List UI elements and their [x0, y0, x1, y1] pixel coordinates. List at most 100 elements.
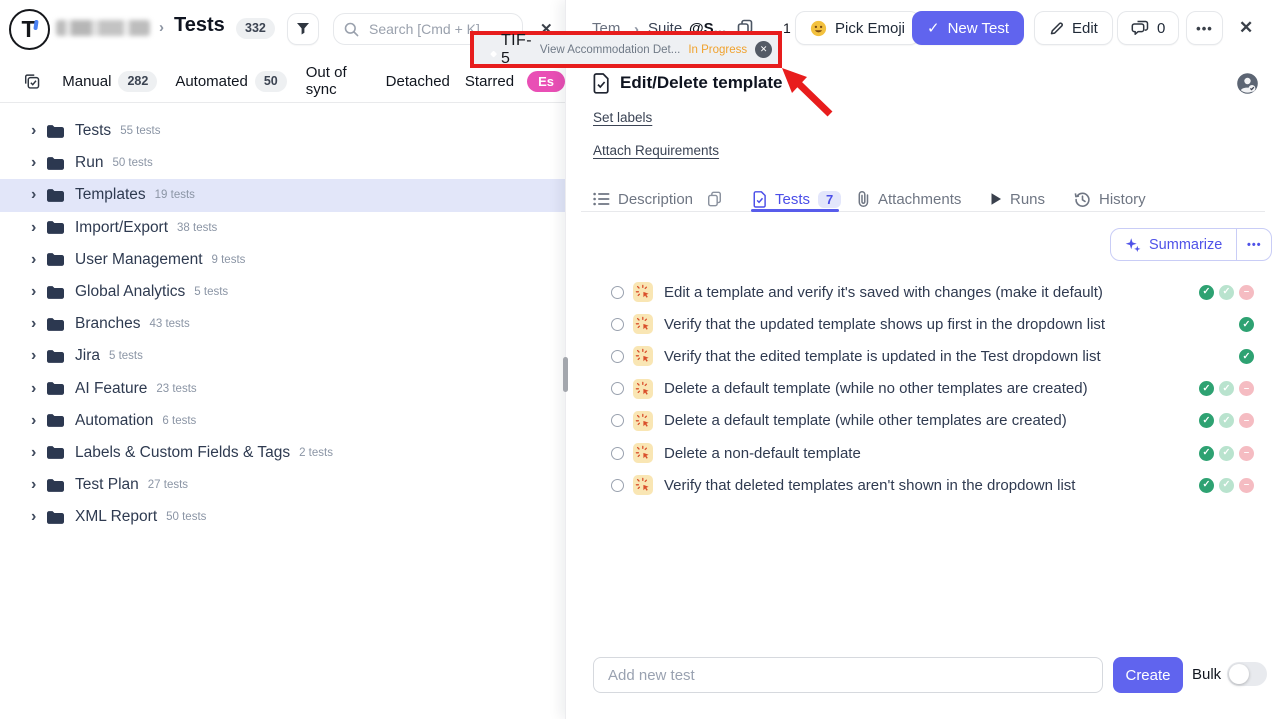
status-circle-icon[interactable] [611, 350, 624, 363]
tree-item-global-analytics[interactable]: ›Global Analytics5 tests [0, 276, 565, 308]
tree-item-run[interactable]: ›Run50 tests [0, 147, 565, 179]
play-icon [990, 192, 1002, 206]
tab-automated[interactable]: Automated [175, 73, 248, 90]
new-test-button[interactable]: ✓ New Test [912, 11, 1024, 45]
status-passed-pale-icon[interactable]: ✓ [1219, 285, 1234, 300]
tree-item-branches[interactable]: ›Branches43 tests [0, 308, 565, 340]
status-passed-pale-icon[interactable]: ✓ [1219, 446, 1234, 461]
jira-linked-count[interactable]: 1 [783, 20, 791, 36]
chevron-right-icon[interactable]: › [31, 123, 47, 139]
status-failed-pale-icon[interactable]: – [1239, 381, 1254, 396]
check-icon: ✓ [927, 19, 940, 37]
chevron-right-icon[interactable]: › [31, 413, 47, 429]
test-row[interactable]: Verify that the updated template shows u… [565, 308, 1280, 340]
test-row[interactable]: Verify that deleted templates aren't sho… [565, 469, 1280, 501]
add-new-test-input[interactable] [593, 657, 1103, 693]
tab-runs[interactable]: Runs [990, 186, 1045, 212]
bulk-toggle[interactable] [1227, 662, 1267, 686]
project-name-blurred[interactable] [56, 20, 150, 36]
test-row[interactable]: Delete a default template (while other t… [565, 405, 1280, 437]
status-passed-pale-icon[interactable]: ✓ [1219, 381, 1234, 396]
comments-button[interactable]: 0 [1117, 11, 1179, 45]
status-passed-pale-icon[interactable]: ✓ [1219, 478, 1234, 493]
more-options-button[interactable]: ••• [1186, 11, 1223, 45]
chevron-right-icon[interactable]: › [31, 477, 47, 493]
app-logo[interactable]: T [9, 9, 50, 50]
tree-item-jira[interactable]: ›Jira5 tests [0, 340, 565, 372]
status-passed-icon[interactable]: ✓ [1199, 446, 1214, 461]
tree-item-ai-feature[interactable]: ›AI Feature23 tests [0, 373, 565, 405]
status-failed-pale-icon[interactable]: – [1239, 446, 1254, 461]
label-badge-cut[interactable]: Es [527, 71, 565, 92]
tab-history[interactable]: History [1074, 186, 1146, 212]
panel-close-icon[interactable]: ✕ [1239, 18, 1253, 38]
panel-resizer-handle[interactable] [563, 357, 568, 392]
chevron-right-icon[interactable]: › [31, 348, 47, 364]
filter-button[interactable] [287, 13, 319, 45]
status-passed-icon[interactable]: ✓ [1199, 478, 1214, 493]
jira-issue-toast[interactable]: TIF-5 View Accommodation Det... In Progr… [470, 31, 782, 68]
chevron-right-icon[interactable]: › [31, 187, 47, 203]
status-circle-icon[interactable] [611, 318, 624, 331]
chevron-right-icon[interactable]: › [31, 509, 47, 525]
tree-item-user-management[interactable]: ›User Management9 tests [0, 244, 565, 276]
chevron-right-icon[interactable]: › [31, 316, 47, 332]
status-circle-icon[interactable] [611, 414, 624, 427]
assignee-avatar-icon[interactable] [1236, 72, 1259, 95]
chevron-right-icon[interactable]: › [31, 381, 47, 397]
status-passed-icon[interactable]: ✓ [1199, 285, 1214, 300]
tree-item-tests[interactable]: ›Tests55 tests [0, 115, 565, 147]
funnel-icon [296, 22, 310, 36]
test-row[interactable]: Verify that the edited template is updat… [565, 340, 1280, 372]
test-row[interactable]: Delete a default template (while no othe… [565, 373, 1280, 405]
tab-detached[interactable]: Detached [386, 73, 450, 90]
chevron-right-icon[interactable]: › [31, 220, 47, 236]
chevron-right-icon[interactable]: › [31, 445, 47, 461]
tree-item-test-plan[interactable]: ›Test Plan27 tests [0, 469, 565, 501]
select-all-icon[interactable] [24, 72, 40, 91]
click-emoji-icon [633, 346, 653, 366]
chevron-right-icon[interactable]: › [31, 284, 47, 300]
tab-manual[interactable]: Manual [62, 73, 111, 90]
tree-item-import-export[interactable]: ›Import/Export38 tests [0, 212, 565, 244]
create-button[interactable]: Create [1113, 657, 1183, 693]
status-circle-icon[interactable] [611, 447, 624, 460]
status-failed-pale-icon[interactable]: – [1239, 413, 1254, 428]
tree-item-xml-report[interactable]: ›XML Report50 tests [0, 501, 565, 533]
jira-issue-key[interactable]: TIF-5 [501, 32, 532, 68]
tab-starred[interactable]: Starred [465, 73, 514, 90]
list-icon [593, 192, 610, 206]
status-passed-icon[interactable]: ✓ [1239, 317, 1254, 332]
chevron-right-icon[interactable]: › [31, 252, 47, 268]
folder-icon [47, 253, 64, 266]
status-circle-icon[interactable] [611, 479, 624, 492]
summarize-button[interactable]: Summarize [1111, 229, 1236, 260]
toast-close-icon[interactable]: ✕ [755, 41, 772, 58]
edit-button[interactable]: Edit [1034, 11, 1113, 45]
folder-icon [47, 286, 64, 299]
copy-icon[interactable] [707, 191, 722, 207]
attach-requirements-link[interactable]: Attach Requirements [593, 143, 719, 158]
status-circle-icon[interactable] [611, 286, 624, 299]
tab-out-of-sync[interactable]: Out of sync [306, 64, 371, 98]
status-circle-icon[interactable] [611, 382, 624, 395]
tab-description[interactable]: Description [593, 186, 722, 212]
chevron-right-icon[interactable]: › [31, 155, 47, 171]
folder-icon [47, 479, 64, 492]
divider [0, 102, 565, 103]
tree-item-templates[interactable]: ›Templates19 tests [0, 179, 565, 211]
set-labels-link[interactable]: Set labels [593, 110, 652, 125]
test-row[interactable]: Edit a template and verify it's saved wi… [565, 276, 1280, 308]
tree-item-automation[interactable]: ›Automation6 tests [0, 405, 565, 437]
status-passed-pale-icon[interactable]: ✓ [1219, 413, 1234, 428]
status-passed-icon[interactable]: ✓ [1199, 381, 1214, 396]
status-passed-icon[interactable]: ✓ [1199, 413, 1214, 428]
status-passed-icon[interactable]: ✓ [1239, 349, 1254, 364]
pick-emoji-button[interactable]: Pick Emoji [795, 11, 920, 45]
tab-attachments[interactable]: Attachments [856, 186, 961, 212]
status-failed-pale-icon[interactable]: – [1239, 285, 1254, 300]
summarize-more-button[interactable]: ••• [1237, 229, 1271, 260]
test-row[interactable]: Delete a non-default template ✓ ✓ – [565, 437, 1280, 469]
tree-item-labels-custom-fields-tags[interactable]: ›Labels & Custom Fields & Tags2 tests [0, 437, 565, 469]
status-failed-pale-icon[interactable]: – [1239, 478, 1254, 493]
